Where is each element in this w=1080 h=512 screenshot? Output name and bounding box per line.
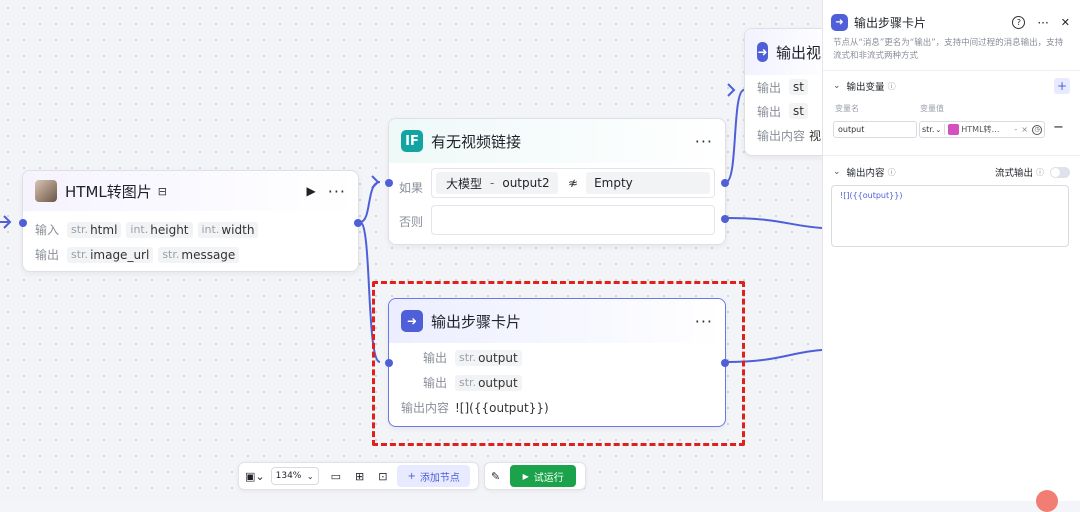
node-title: 有无视频链接	[431, 132, 522, 151]
test-run-button[interactable]: ▶ 试运行	[510, 465, 577, 487]
edge-html-to-condition	[359, 181, 381, 223]
output-tag-image-url: str. image_url	[67, 246, 154, 263]
minimap-icon[interactable]: ▣⌄	[245, 470, 265, 483]
node-title: 输出视	[775, 43, 821, 62]
var-ref: HTML转…	[961, 125, 1000, 134]
input-tag-height: int. height	[126, 221, 193, 238]
edge-else-out	[725, 217, 822, 229]
debug-icon[interactable]: ✎	[491, 470, 500, 483]
clear-icon: ×	[1021, 125, 1028, 134]
info-icon: ⓘ	[887, 81, 896, 91]
selection-highlight	[372, 281, 745, 446]
if-icon: IF	[401, 130, 423, 152]
run-toolbar: ✎ ▶ 试运行	[484, 462, 586, 490]
condition-right-operand[interactable]: Empty	[586, 172, 710, 194]
stream-output-toggle[interactable]	[1050, 166, 1070, 178]
edge-if-to-top-output	[725, 89, 745, 183]
chevron-down-icon: ⌄	[935, 125, 942, 134]
output-label: 输出	[757, 104, 782, 119]
content-label: 输出内容	[757, 128, 806, 143]
if-condition-box[interactable]: 大模型 - output2 ≉ Empty	[431, 168, 715, 198]
var-name-header: 变量名	[835, 104, 859, 113]
var-value-selector[interactable]: str. ⌄ HTML转… - × ◷	[919, 121, 1045, 138]
condition-node[interactable]: IF 有无视频链接 ··· 如果 大模型 - output2 ≉ Empty 否…	[385, 118, 729, 245]
layout-icon[interactable]: ⊞	[355, 470, 364, 483]
add-node-button[interactable]: + 添加节点	[397, 465, 470, 487]
run-node-icon[interactable]: ▶	[307, 184, 316, 198]
more-icon[interactable]: ···	[695, 132, 713, 151]
var-type-select: str.	[922, 125, 935, 134]
input-tag-width: int. width	[197, 221, 259, 238]
var-value-header: 变量值	[920, 104, 944, 113]
canvas-toolbar: ▣⌄ 134% ⌄ ▭ ⊞ ⊡ + 添加节点	[238, 462, 479, 490]
info-icon: ⓘ	[1036, 167, 1044, 177]
divider	[823, 155, 1080, 156]
arrow-condition-in	[371, 175, 380, 189]
input-label: 输入	[35, 223, 60, 237]
divider	[823, 70, 1080, 71]
stream-output-label: 流式输出	[994, 168, 1033, 179]
chevron-down-icon[interactable]: ⌄	[833, 167, 841, 177]
help-icon[interactable]: ?	[1012, 16, 1026, 29]
output-tag-message: str. message	[158, 246, 240, 263]
output-icon: ➜	[831, 14, 848, 31]
not-equal-operator: ≉	[568, 176, 579, 190]
output-vars-section-header[interactable]: ⌄ 输出变量 ⓘ +	[823, 74, 1080, 98]
plugin-icon	[948, 124, 960, 135]
var-name-input[interactable]: output	[833, 121, 917, 138]
else-box[interactable]	[431, 205, 715, 235]
output-content-section-header[interactable]: ⌄ 输出内容 ⓘ 流式输出 ⓘ	[823, 160, 1080, 184]
html-to-image-node[interactable]: HTML转图片 ⊟ ▶ ··· 输入 str. html int. height i…	[19, 170, 362, 272]
more-icon[interactable]: ···	[1037, 16, 1048, 30]
info-icon: ⓘ	[887, 167, 896, 177]
fit-view-icon[interactable]: ⊡	[378, 470, 387, 483]
panel-title: 输出步骤卡片	[854, 16, 927, 30]
else-label: 否则	[399, 215, 424, 229]
assistant-avatar[interactable]	[1036, 490, 1058, 512]
output-icon: ➜	[757, 42, 768, 62]
if-output-port[interactable]	[721, 179, 729, 187]
output-tag: st	[789, 79, 808, 95]
remove-var-button[interactable]: −	[1053, 120, 1064, 135]
panel-description: 节点从“消息”更名为“输出”，支持中间过程的消息输出，支持流式和非流式两种方式	[833, 38, 1064, 61]
more-icon[interactable]: ···	[328, 182, 346, 201]
output-tag: st	[789, 103, 808, 119]
condition-left-operand[interactable]: 大模型 - output2	[436, 172, 558, 194]
output-port[interactable]	[354, 219, 362, 227]
add-var-button[interactable]: +	[1054, 78, 1070, 94]
output-label: 输出	[757, 80, 782, 95]
node-title: HTML转图片	[65, 182, 152, 201]
node-config-panel: ➜ 输出步骤卡片 ? ··· ✕ 节点从“消息”更名为“输出”，支持中间过程的消…	[822, 0, 1080, 501]
close-icon[interactable]: ✕	[1061, 16, 1070, 29]
content-value: 视	[809, 128, 822, 143]
input-port[interactable]	[19, 219, 27, 227]
output-card-node-top[interactable]: ➜ 输出视 输出 st 输出 st 输出内容视	[744, 28, 834, 156]
arrow-top-output-in	[727, 83, 736, 97]
output-label: 输出	[35, 248, 60, 262]
input-tag-html: str. html	[67, 221, 122, 238]
input-port[interactable]	[385, 179, 393, 187]
avatar-icon	[35, 180, 57, 202]
zoom-select[interactable]: 134% ⌄	[270, 467, 319, 485]
plugin-icon: ⊟	[157, 184, 167, 198]
comment-icon[interactable]: ▭	[331, 470, 341, 483]
output-content-editor[interactable]: ![]({{output}})	[831, 185, 1069, 247]
clock-icon: ◷	[1032, 124, 1042, 135]
else-output-port[interactable]	[721, 215, 729, 223]
chevron-down-icon[interactable]: ⌄	[833, 81, 841, 91]
if-label: 如果	[399, 181, 424, 195]
